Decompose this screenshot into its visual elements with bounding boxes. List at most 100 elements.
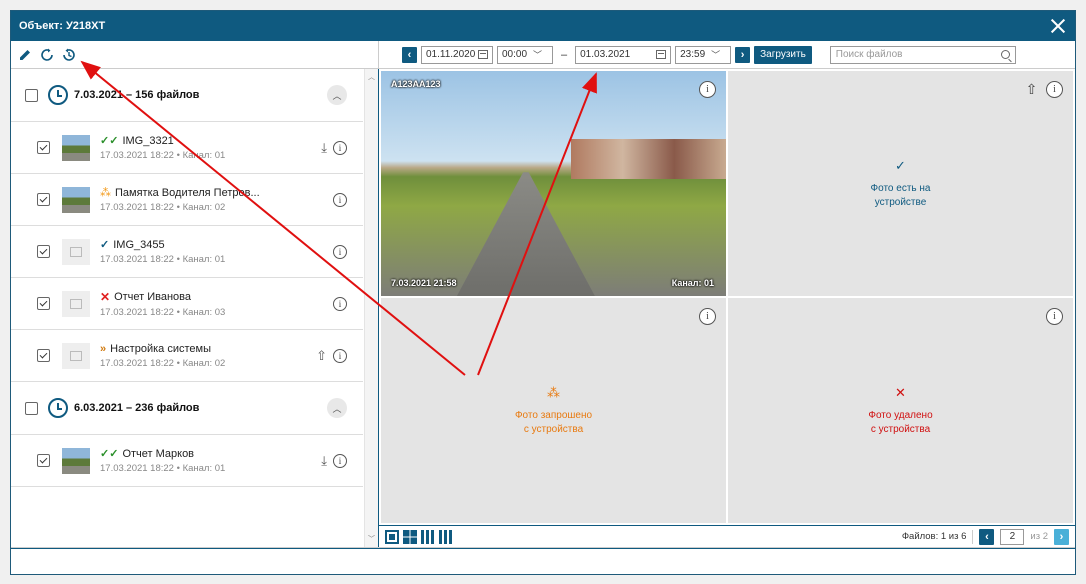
history-icon[interactable]: [61, 47, 77, 63]
clock-icon: [48, 398, 68, 418]
info-icon[interactable]: i: [333, 192, 347, 207]
item-checkbox[interactable]: [37, 454, 50, 467]
preview-cell-requested[interactable]: i ⁂ Фото запрошено с устройства: [381, 298, 726, 523]
file-list-item[interactable]: ✓ IMG_3455 17.03.2021 18:22 • Канал: 01 …: [11, 226, 363, 278]
refresh-icon[interactable]: [39, 47, 55, 63]
upload-icon[interactable]: ⇧: [316, 348, 327, 364]
photo-timestamp: 7.03.2021 21:58: [391, 278, 457, 288]
date-to-value: 01.03.2021: [580, 49, 631, 60]
preview-cell-deleted[interactable]: i ✕ Фото удалено с устройства: [728, 298, 1073, 523]
item-actions: ⤓ i: [321, 453, 347, 469]
file-channel: Канал: 01: [182, 463, 226, 474]
divider: [972, 529, 974, 544]
search-input[interactable]: Поиск файлов: [829, 45, 1016, 64]
scroll-up-icon[interactable]: ︿: [368, 72, 375, 82]
collapse-icon[interactable]: ︿: [327, 85, 347, 105]
next-page-button[interactable]: ›: [1054, 528, 1069, 545]
status-line: Фото запрошено: [514, 410, 593, 421]
info-icon[interactable]: i: [333, 244, 347, 259]
file-list-item[interactable]: » Настройка системы 17.03.2021 18:22 • К…: [11, 330, 363, 382]
info-icon[interactable]: i: [1046, 81, 1063, 98]
file-info: ✓ IMG_3455 17.03.2021 18:22 • Канал: 01: [100, 238, 225, 266]
group-title: 7.03.2021 – 156 файлов: [74, 89, 200, 101]
preview-footer: Файлов: 1 из 6 ‹ 2 из 2 ›: [379, 525, 1075, 547]
status-line: с устройства: [523, 423, 584, 435]
object-window: Объект: У218ХТ ‹ 01.11.2020 00:00 ﹀ – 01…: [10, 10, 1076, 575]
info-icon[interactable]: i: [333, 296, 347, 311]
prev-period-button[interactable]: ‹: [402, 46, 417, 63]
group-header[interactable]: 7.03.2021 – 156 файлов ︿: [11, 69, 363, 122]
time-to-field[interactable]: 23:59 ﹀: [675, 45, 732, 64]
cell-status-label: Фото удалено с устройства: [868, 409, 932, 436]
time-from-field[interactable]: 00:00 ﹀: [497, 45, 553, 64]
synced-icon: ✓✓: [100, 135, 119, 147]
item-actions: i: [333, 244, 347, 259]
item-actions: i: [333, 192, 347, 207]
info-icon[interactable]: i: [333, 453, 347, 468]
info-icon[interactable]: i: [1046, 308, 1063, 325]
info-icon[interactable]: i: [699, 308, 716, 325]
download-icon[interactable]: ⤓: [321, 453, 327, 469]
file-list-item[interactable]: ⁂ Памятка Водителя Петров... 17.03.2021 …: [11, 174, 363, 226]
chevron-down-icon: ﹀: [711, 50, 721, 60]
collapse-icon[interactable]: ︿: [327, 398, 347, 418]
info-icon[interactable]: i: [333, 348, 347, 363]
list-tools: [11, 41, 379, 68]
view-16-icon[interactable]: [439, 529, 453, 544]
item-checkbox[interactable]: [37, 297, 50, 310]
group-checkbox[interactable]: [25, 401, 38, 415]
preview-panel: А123АА123 7.03.2021 21:58 Канал: 01 i ⇧ …: [379, 69, 1075, 547]
item-checkbox[interactable]: [37, 349, 50, 362]
scroll-down-icon[interactable]: ﹀: [368, 534, 375, 544]
item-checkbox[interactable]: [37, 245, 50, 258]
item-checkbox[interactable]: [37, 141, 50, 154]
download-icon[interactable]: ⤓: [321, 140, 327, 156]
time-from-value: 00:00: [502, 49, 528, 60]
pencil-icon[interactable]: [17, 47, 33, 63]
next-period-button[interactable]: ›: [735, 46, 751, 63]
photo-channel: Канал: 01: [671, 278, 714, 288]
pager: Файлов: 1 из 6 ‹ 2 из 2 ›: [902, 528, 1069, 545]
group-checkbox[interactable]: [25, 88, 38, 102]
file-name-row: ✕ Отчет Иванова: [100, 290, 225, 304]
calendar-icon: [656, 50, 667, 59]
load-button[interactable]: Загрузить: [754, 45, 812, 64]
view-4-icon[interactable]: [403, 529, 417, 544]
image-placeholder-icon: [62, 290, 90, 317]
file-channel: Канал: 02: [182, 357, 226, 369]
view-1-icon[interactable]: [385, 529, 399, 544]
file-thumbnail: [62, 134, 90, 161]
file-channel: Канал: 03: [182, 306, 226, 318]
info-icon[interactable]: i: [333, 140, 347, 155]
prev-page-button[interactable]: ‹: [979, 528, 995, 545]
search-icon: [1000, 50, 1010, 59]
toolbar: ‹ 01.11.2020 00:00 ﹀ – 01.03.2021 23:59 …: [11, 41, 1075, 69]
info-icon[interactable]: i: [699, 81, 716, 98]
date-to-field[interactable]: 01.03.2021: [575, 45, 672, 64]
file-list-item[interactable]: ✓✓ Отчет Марков 17.03.2021 18:22 • Канал…: [11, 435, 363, 487]
check-icon: ✓: [895, 158, 906, 173]
time-to-value: 23:59: [680, 49, 706, 60]
upload-icon[interactable]: ⇧: [1023, 81, 1040, 98]
preview-cell-photo[interactable]: А123АА123 7.03.2021 21:58 Канал: 01 i: [381, 71, 726, 296]
file-name-row: ⁂ Памятка Водителя Петров...: [100, 186, 260, 200]
chevron-down-icon: ﹀: [533, 50, 543, 60]
cell-status-label: Фото запрошено с устройства: [515, 409, 592, 436]
preview-cell-on-device[interactable]: ⇧ i ✓ Фото есть на устройстве: [728, 71, 1073, 296]
list-scrollbar[interactable]: ︿ ﹀: [364, 69, 378, 547]
close-icon[interactable]: [1049, 17, 1067, 35]
file-list-item[interactable]: ✕ Отчет Иванова 17.03.2021 18:22 • Канал…: [11, 278, 363, 330]
date-from-field[interactable]: 01.11.2020: [421, 45, 493, 64]
item-checkbox[interactable]: [37, 193, 50, 206]
plate-number: А123АА123: [391, 79, 441, 89]
page-input[interactable]: 2: [1000, 528, 1025, 545]
file-meta: 17.03.2021 18:22 • Канал: 01: [100, 463, 225, 474]
in-progress-icon: »: [100, 342, 107, 355]
file-list-item[interactable]: ✓✓ IMG_3321 17.03.2021 18:22 • Канал: 01…: [11, 122, 363, 174]
group-header[interactable]: 6.03.2021 – 236 файлов ︿: [11, 382, 363, 435]
file-name-row: ✓✓ IMG_3321: [100, 134, 225, 148]
pending-icon: ⁂: [547, 385, 560, 400]
view-9-icon[interactable]: [421, 529, 435, 544]
status-line: с устройства: [870, 423, 931, 435]
item-actions: i: [333, 296, 347, 311]
